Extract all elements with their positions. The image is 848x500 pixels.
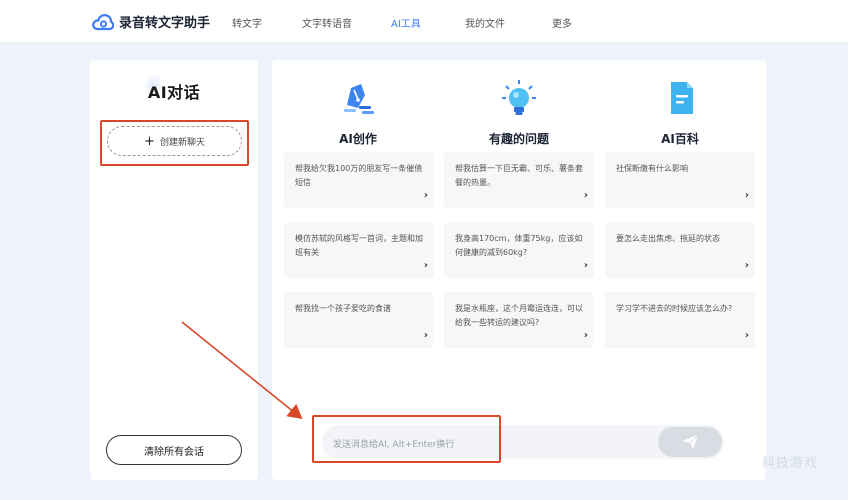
watermark-text: 科技游戏	[762, 456, 819, 471]
annotation-arrow	[181, 321, 303, 420]
